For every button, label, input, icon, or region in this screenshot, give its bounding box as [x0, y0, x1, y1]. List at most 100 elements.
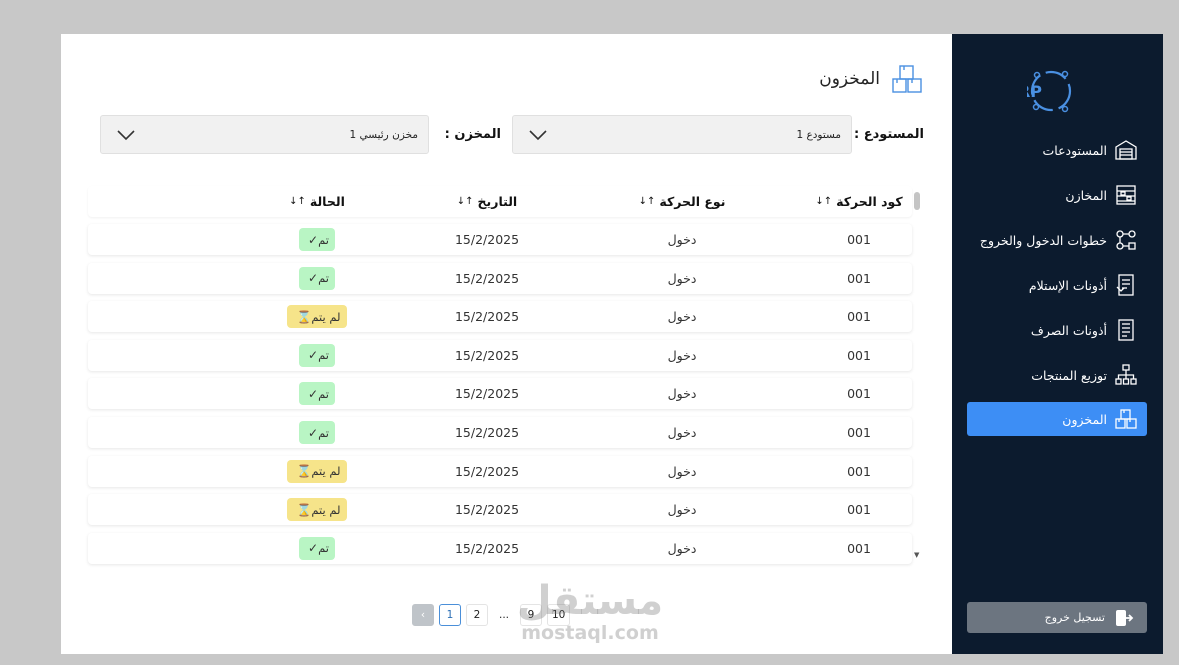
- cell-date: 15/2/2025: [454, 425, 520, 440]
- sort-icon: ↑↓: [289, 196, 306, 207]
- sidebar-item-inventory[interactable]: المخزون: [967, 402, 1147, 436]
- cell-status: لم يتم ⌛: [262, 456, 372, 487]
- sidebar-item-receipt-vouchers[interactable]: أذونات الإستلام: [967, 268, 1147, 302]
- cell-status: تم ✓: [262, 378, 372, 409]
- cell-date: 15/2/2025: [454, 502, 520, 518]
- warehouse-select[interactable]: مستودع 1: [512, 115, 852, 154]
- watermark: مستقل mostaql.com: [515, 580, 665, 652]
- sidebar-item-label: أذونات الإستلام: [1028, 277, 1107, 293]
- cell-type: دخول: [667, 502, 697, 518]
- sidebar-item-label: المستودعات: [1042, 142, 1108, 158]
- status-badge: تم ✓: [299, 382, 335, 406]
- check-icon: ✓: [308, 271, 319, 286]
- table-row[interactable]: 001 دخول 15/2/2025 لم يتم ⌛: [88, 455, 912, 487]
- sidebar-item-distribution[interactable]: توزيع المنتجات: [967, 358, 1147, 392]
- cell-date: 15/2/2025: [454, 463, 520, 479]
- cell-code: 001: [847, 347, 871, 363]
- check-icon: ✓: [308, 348, 319, 363]
- hourglass-icon: ⌛: [296, 309, 312, 324]
- table-row[interactable]: 001 دخول 15/2/2025 تم ✓: [88, 339, 912, 371]
- cell-type: دخول: [667, 347, 697, 363]
- cell-status: تم ✓: [262, 533, 372, 564]
- cell-code: 001: [847, 463, 871, 479]
- status-badge: لم يتم ⌛: [287, 305, 347, 329]
- sort-icon: ↑↓: [815, 196, 833, 207]
- chevron-down-icon: [529, 129, 547, 140]
- cell-type: دخول: [667, 386, 697, 402]
- status-badge: تم ✓: [299, 536, 335, 560]
- receipt-voucher-icon: [1113, 272, 1139, 298]
- sidebar-item-stores[interactable]: المخازن: [967, 178, 1147, 212]
- pagination-ellipsis: ...: [493, 604, 515, 626]
- sidebar-item-label: توزيع المنتجات: [1031, 367, 1107, 383]
- cell-date: 15/2/2025: [454, 270, 520, 286]
- column-header-date[interactable]: التاريخ ↑↓: [432, 186, 542, 217]
- watermark-latin: mostaql.com: [521, 622, 659, 644]
- sidebar-item-label: المخزون: [1062, 411, 1107, 427]
- logout-label: تسجيل خروج: [1044, 611, 1105, 624]
- inventory-boxes-icon: [890, 62, 924, 96]
- distribution-icon: [1113, 362, 1139, 388]
- cell-date: 15/2/2025: [454, 309, 520, 325]
- sidebar-item-label: المخازن: [1065, 187, 1107, 203]
- svg-text:ERP: ERP: [1027, 82, 1042, 101]
- cell-status: تم ✓: [262, 417, 372, 448]
- column-header-type[interactable]: نوع الحركة ↑↓: [622, 186, 742, 217]
- cell-type: دخول: [667, 232, 697, 247]
- sidebar-item-issue-vouchers[interactable]: أذونات الصرف: [967, 313, 1147, 347]
- cell-code: 001: [847, 502, 871, 518]
- table-row[interactable]: 001 دخول 15/2/2025 تم ✓: [88, 532, 912, 564]
- table-row[interactable]: 001 دخول 15/2/2025 لم يتم ⌛: [88, 494, 912, 526]
- table-row[interactable]: 001 دخول 15/2/2025 لم يتم ⌛: [88, 301, 912, 333]
- sort-icon: ↑↓: [456, 196, 474, 207]
- table-row[interactable]: 001 دخول 15/2/2025 تم ✓: [88, 262, 912, 294]
- cell-code: 001: [847, 540, 871, 556]
- logout-icon: [1113, 607, 1135, 629]
- store-select[interactable]: مخزن رئيسي 1: [100, 115, 429, 154]
- cell-status: لم يتم ⌛: [262, 301, 372, 332]
- status-badge: تم ✓: [299, 343, 335, 367]
- cell-code: 001: [847, 270, 871, 286]
- cell-date: 15/2/2025: [454, 386, 520, 402]
- main-panel: المخزون المستودع : مستودع 1 المخزن : مخز…: [61, 34, 952, 654]
- sidebar-item-warehouses[interactable]: المستودعات: [967, 133, 1147, 167]
- issue-voucher-icon: [1113, 317, 1139, 343]
- status-badge: لم يتم ⌛: [287, 498, 347, 522]
- pagination-page-button[interactable]: 2: [466, 604, 488, 626]
- scroll-thumb[interactable]: [914, 192, 920, 210]
- table-row[interactable]: 001 دخول 15/2/2025 تم ✓: [88, 224, 912, 255]
- cell-date: 15/2/2025: [454, 347, 520, 363]
- table-header: كود الحركة ↑↓ نوع الحركة ↑↓ التاريخ ↑↓ الحا…: [88, 186, 912, 217]
- pagination-prev-button[interactable]: ‹: [412, 604, 434, 626]
- inventory-table: كود الحركة ↑↓ نوع الحركة ↑↓ التاريخ ↑↓ الحا…: [88, 184, 925, 564]
- status-badge: تم ✓: [299, 421, 335, 444]
- status-badge: لم يتم ⌛: [287, 459, 347, 483]
- sidebar-item-label: أذونات الصرف: [1030, 322, 1107, 338]
- inventory-boxes-icon: [1113, 406, 1139, 432]
- cell-type: دخول: [667, 270, 697, 286]
- cell-type: دخول: [667, 463, 697, 479]
- chevron-down-icon: [117, 129, 135, 140]
- check-icon: ✓: [308, 425, 319, 440]
- logout-button[interactable]: تسجيل خروج: [967, 602, 1147, 633]
- status-badge: تم ✓: [299, 228, 335, 251]
- cell-status: تم ✓: [262, 263, 372, 294]
- column-header-status[interactable]: الحالة ↑↓: [262, 186, 372, 217]
- cell-code: 001: [847, 232, 871, 247]
- table-scrollbar[interactable]: ▼: [912, 186, 923, 561]
- sidebar-item-flow-steps[interactable]: خطوات الدخول والخروج: [967, 223, 1147, 257]
- scroll-down-arrow[interactable]: ▼: [914, 551, 919, 559]
- table-row[interactable]: 001 دخول 15/2/2025 تم ✓: [88, 417, 912, 448]
- sort-icon: ↑↓: [638, 196, 656, 207]
- hourglass-icon: ⌛: [296, 464, 312, 479]
- cell-date: 15/2/2025: [454, 540, 520, 556]
- warehouse-icon: [1113, 137, 1139, 163]
- stores-icon: [1113, 182, 1139, 208]
- store-select-value: مخزن رئيسي 1: [349, 128, 418, 141]
- cell-date: 15/2/2025: [454, 232, 520, 247]
- hourglass-icon: ⌛: [296, 502, 312, 517]
- table-row[interactable]: 001 دخول 15/2/2025 تم ✓: [88, 378, 912, 410]
- status-badge: تم ✓: [299, 266, 335, 290]
- pagination-page-button[interactable]: 1: [439, 604, 461, 626]
- column-header-code[interactable]: كود الحركة ↑↓: [815, 186, 902, 217]
